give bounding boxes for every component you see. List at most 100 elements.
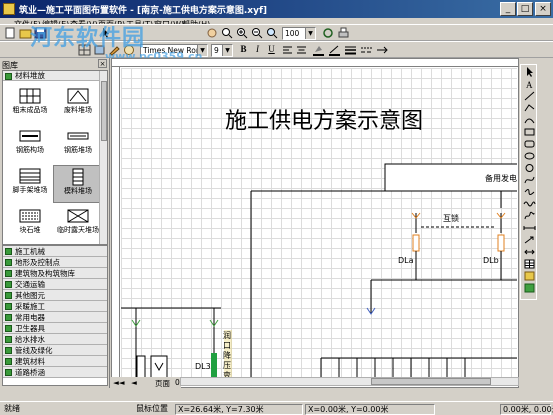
zoom-select[interactable]: 100 ▼: [282, 27, 316, 40]
dimension-tool-icon[interactable]: [523, 223, 536, 233]
category-label: 采暖施工: [15, 302, 45, 311]
category-sanitary[interactable]: 卫生器具: [3, 323, 107, 334]
category-electrical[interactable]: 常用电器: [3, 312, 107, 323]
close-icon[interactable]: ×: [98, 59, 107, 68]
select-arrow-icon[interactable]: [523, 67, 536, 77]
category-icon: [5, 314, 12, 321]
category-other[interactable]: 其他图元: [3, 290, 107, 301]
prev-page-icon[interactable]: ◄: [131, 378, 137, 387]
rounded-rect-tool-icon[interactable]: [523, 139, 536, 149]
circle-tool-icon[interactable]: [523, 163, 536, 173]
scrollbar-thumb[interactable]: [371, 378, 491, 385]
category-label: 其他图元: [15, 291, 45, 300]
maximize-button[interactable]: □: [517, 2, 533, 16]
category-header-materials[interactable]: 材料堆放: [3, 71, 107, 81]
bold-button[interactable]: B: [237, 44, 250, 56]
library-item-scaffold[interactable]: 脚手架堆场: [5, 165, 55, 203]
category-roads-bridges[interactable]: 道路桥涵: [3, 367, 107, 378]
library-item-waste[interactable]: 废料堆场: [53, 85, 103, 123]
backup-generator-label[interactable]: 备用发电: [485, 173, 517, 184]
category-list: 施工机械 地形及控制点 建筑物及构筑物库 交通运输 其他图元 采暖施工 常用电器…: [2, 245, 108, 386]
library-items-panel: 材料堆放 粗末成品场 废料堆场 钢筋构场 钢筋堆场 脚手架堆场 模料堆场 块石堆…: [2, 70, 108, 245]
spline-tool-icon[interactable]: [523, 187, 536, 197]
wave-tool-icon[interactable]: [523, 199, 536, 209]
title-bar: 筑业—施工平面图布置软件 - [南京-施工供电方案示意图.xyf] _ □ ×: [0, 0, 553, 18]
arrow-line-tool-icon[interactable]: [523, 235, 536, 245]
line-color-icon[interactable]: [328, 44, 341, 56]
curve-tool-icon[interactable]: [523, 175, 536, 185]
drawing-canvas[interactable]: 施工供电方案示意图 备用发电 互锁 DLa DLb DL3 润口降压变: [111, 58, 519, 388]
close-button[interactable]: ×: [535, 2, 551, 16]
image-tool-icon[interactable]: [523, 271, 536, 281]
zoom-fit-icon[interactable]: [221, 27, 234, 39]
underline-button[interactable]: U: [265, 44, 278, 56]
category-label: 卫生器具: [15, 324, 45, 333]
scaffold-icon: [19, 168, 41, 184]
hand-pan-icon[interactable]: [206, 27, 219, 39]
library-item-label: 块石堆: [19, 226, 41, 234]
offset-readout: 0.00米, 0.00米: [500, 404, 553, 415]
align-center-icon[interactable]: [295, 44, 308, 56]
library-item-rebar-yard[interactable]: 钢筋构场: [5, 125, 55, 163]
category-label: 地形及控制点: [15, 258, 60, 267]
coordinate-readout: X=0.00米, Y=0.00米: [305, 404, 435, 415]
library-item-stone[interactable]: 块石堆: [5, 205, 55, 243]
horizontal-scrollbar[interactable]: [180, 377, 519, 386]
polyline-tool-icon[interactable]: [523, 103, 536, 113]
align-left-icon[interactable]: [281, 44, 294, 56]
refresh-icon[interactable]: [322, 27, 335, 39]
library-item-label: 钢筋构场: [16, 146, 44, 154]
category-building-materials[interactable]: 建筑材料: [3, 356, 107, 367]
zoom-window-icon[interactable]: [266, 27, 279, 39]
zoom-out-icon[interactable]: [251, 27, 264, 39]
text-tool-icon[interactable]: A: [523, 79, 536, 89]
status-ready: 就绪: [4, 404, 20, 413]
scrollbar-thumb[interactable]: [101, 81, 107, 141]
category-terrain[interactable]: 地形及控制点: [3, 257, 107, 268]
table-tool-icon[interactable]: [523, 259, 536, 269]
category-heating[interactable]: 采暖施工: [3, 301, 107, 312]
category-construction-machinery[interactable]: 施工机械: [3, 246, 107, 257]
category-label: 材料堆放: [15, 71, 45, 80]
line-tool-icon[interactable]: [523, 91, 536, 101]
ellipse-tool-icon[interactable]: [523, 151, 536, 161]
transformer-label[interactable]: 润口降压变: [223, 331, 233, 381]
breaker-dl3-label[interactable]: DL3: [195, 362, 211, 371]
library-item-formwork[interactable]: 模料堆场: [53, 165, 103, 203]
category-label: 交通运输: [15, 280, 45, 289]
category-buildings[interactable]: 建筑物及构筑物库: [3, 268, 107, 279]
page-tab[interactable]: 页面: [155, 378, 170, 389]
breaker-dla-label[interactable]: DLa: [398, 256, 414, 265]
print-icon[interactable]: [337, 27, 350, 39]
minimize-button[interactable]: _: [500, 2, 516, 16]
freehand-tool-icon[interactable]: [523, 211, 536, 221]
font-size-select[interactable]: 9 ▼: [211, 44, 233, 57]
library-item-finished-goods[interactable]: 粗末成品场: [5, 85, 55, 123]
library-item-rebar-stack[interactable]: 钢筋堆场: [53, 125, 103, 163]
category-plumbing[interactable]: 给水排水: [3, 334, 107, 345]
line-style-icon[interactable]: [360, 44, 373, 56]
line-weight-icon[interactable]: [344, 44, 357, 56]
rebar-icon: [19, 130, 41, 142]
arrow-style-icon[interactable]: [376, 44, 389, 56]
category-icon: [5, 303, 12, 310]
category-pipeline-greening[interactable]: 管线及绿化: [3, 345, 107, 356]
circuit-diagram[interactable]: [121, 68, 517, 381]
rectangle-tool-icon[interactable]: [523, 127, 536, 137]
new-file-icon[interactable]: [4, 27, 17, 39]
italic-button[interactable]: I: [251, 44, 264, 56]
zoom-in-icon[interactable]: [236, 27, 249, 39]
watermark-logo: 河东软件园: [30, 26, 146, 51]
library-scrollbar[interactable]: [99, 71, 107, 244]
library-item-label: 钢筋堆场: [64, 146, 92, 154]
double-arrow-tool-icon[interactable]: [523, 247, 536, 257]
fill-color-icon[interactable]: [312, 44, 325, 56]
breaker-dlb-label[interactable]: DLb: [483, 256, 499, 265]
category-transport[interactable]: 交通运输: [3, 279, 107, 290]
interlock-label[interactable]: 互锁: [443, 213, 459, 224]
symbol-tool-icon[interactable]: [523, 283, 536, 293]
library-item-open-yard[interactable]: 临时露天堆场: [53, 205, 103, 243]
canvas-grid[interactable]: 施工供电方案示意图 备用发电 互锁 DLa DLb DL3 润口降压变: [121, 68, 517, 381]
first-page-icon[interactable]: ◄◄: [113, 378, 125, 387]
arc-tool-icon[interactable]: [523, 115, 536, 125]
